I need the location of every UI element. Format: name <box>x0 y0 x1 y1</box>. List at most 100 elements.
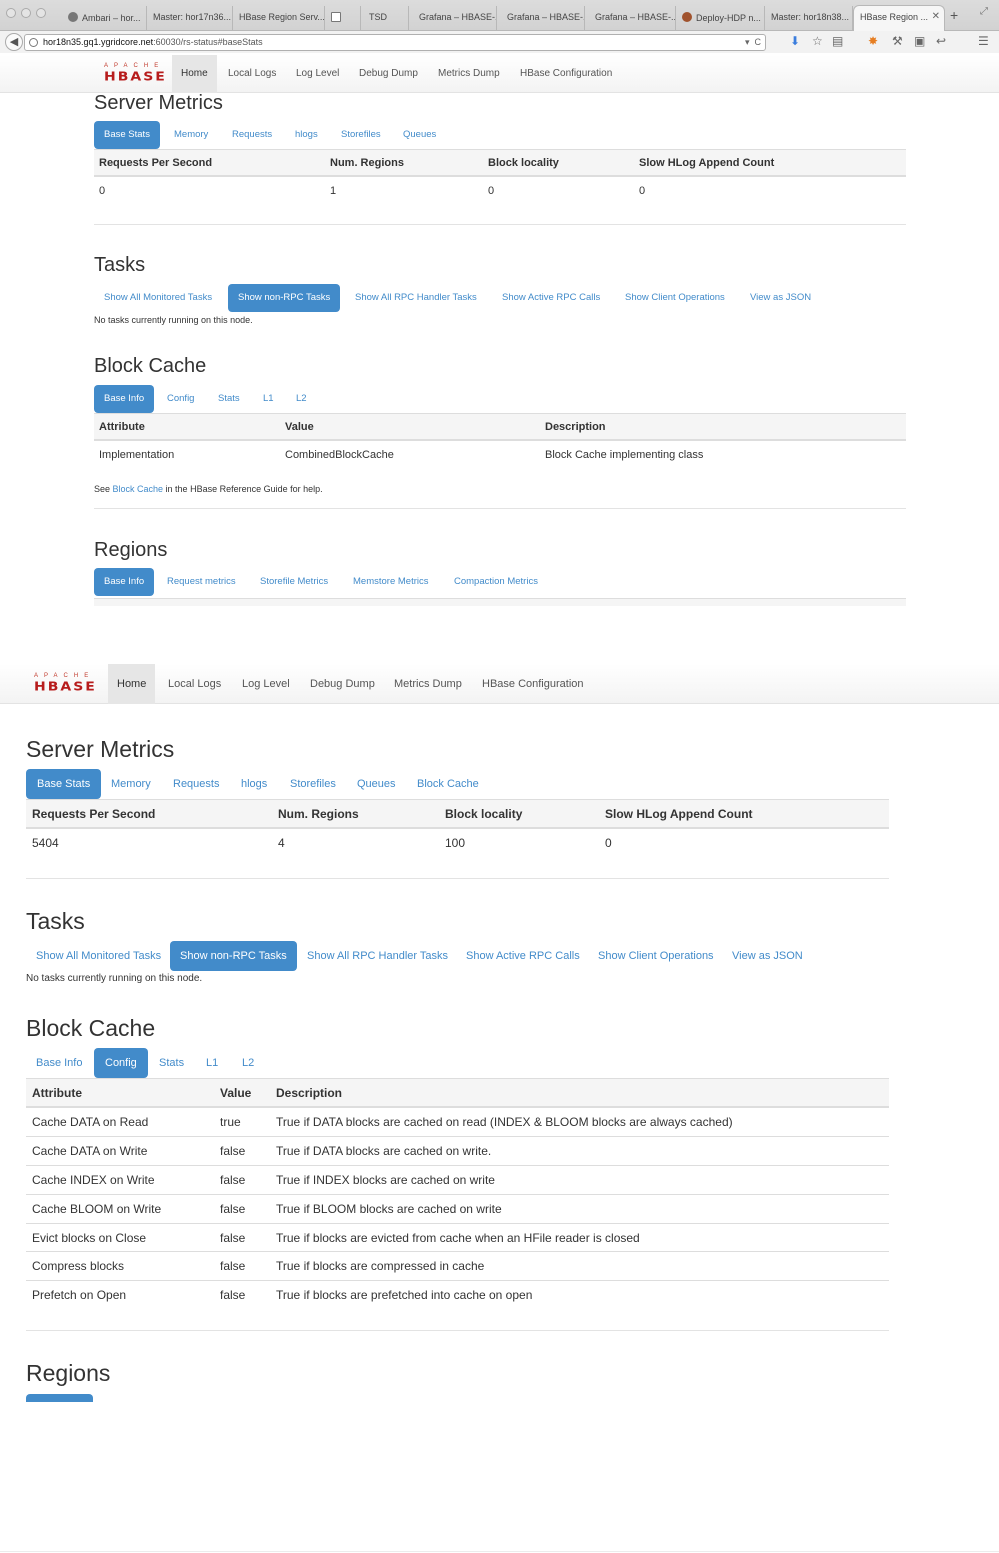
tab-show-all-rpc-handler-tasks[interactable]: Show All RPC Handler Tasks <box>297 941 458 971</box>
regions-active-tab-cropped[interactable] <box>26 1394 93 1402</box>
bookmarks-icon[interactable]: ▤ <box>832 34 843 48</box>
close-window-icon[interactable] <box>6 8 16 18</box>
hbase-logo[interactable]: APACHE HBASE <box>104 63 166 85</box>
hbase-logo[interactable]: APACHE HBASE <box>34 673 96 695</box>
tab-l1[interactable]: L1 <box>196 1048 228 1078</box>
tab-compaction-metrics[interactable]: Compaction Metrics <box>444 568 548 596</box>
tab-queues[interactable]: Queues <box>347 769 406 799</box>
tab-storefiles[interactable]: Storefiles <box>280 769 346 799</box>
tab-base-info[interactable]: Base Info <box>26 1048 92 1078</box>
tab-memory[interactable]: Memory <box>164 121 218 149</box>
config-description: True if DATA blocks are cached on write. <box>276 1144 492 1158</box>
browser-tab[interactable] <box>325 6 361 31</box>
column-header: Description <box>545 421 606 433</box>
section-title-tasks: Tasks <box>94 254 146 276</box>
tab-show-active-rpc-calls[interactable]: Show Active RPC Calls <box>456 941 590 971</box>
tab-base-info[interactable]: Base Info <box>94 568 155 596</box>
tab-l2[interactable]: L2 <box>232 1048 264 1078</box>
implementation-link[interactable]: CombinedBlockCache <box>285 449 394 461</box>
extension-icon[interactable]: ✸ <box>868 34 878 48</box>
browser-tab[interactable]: Grafana – HBASE-... <box>585 6 676 31</box>
browser-tab[interactable]: Ambari – hor... <box>62 6 147 31</box>
nav-log-level[interactable]: Log Level <box>233 664 299 704</box>
browser-tab[interactable]: Master: hor17n36... <box>147 6 233 31</box>
back-arrow-icon[interactable]: ◀ <box>5 33 23 51</box>
nav-hbase-configuration[interactable]: HBase Configuration <box>473 664 593 704</box>
tab-requests[interactable]: Requests <box>222 121 282 149</box>
row-divider <box>26 1165 889 1166</box>
tab-l2[interactable]: L2 <box>286 385 317 413</box>
browser-tab[interactable]: Grafana – HBASE-... <box>409 6 497 31</box>
addon-icon[interactable]: ▣ <box>914 34 925 48</box>
tab-request-metrics[interactable]: Request metrics <box>157 568 246 596</box>
nav-debug-dump[interactable]: Debug Dump <box>350 55 427 93</box>
tab-show-all-monitored-tasks[interactable]: Show All Monitored Tasks <box>94 284 222 312</box>
reload-icon[interactable]: ▾ C <box>745 35 761 50</box>
sync-icon[interactable]: ↩ <box>936 34 946 48</box>
tab-view-as-json[interactable]: View as JSON <box>740 284 821 312</box>
tab-show-client-operations[interactable]: Show Client Operations <box>615 284 735 312</box>
tab-config[interactable]: Config <box>157 385 204 413</box>
tab-view-as-json[interactable]: View as JSON <box>722 941 813 971</box>
tab-block-cache[interactable]: Block Cache <box>407 769 489 799</box>
tab-label: Ambari – hor... <box>82 13 141 23</box>
nav-local-logs[interactable]: Local Logs <box>219 55 285 93</box>
tab-l1[interactable]: L1 <box>253 385 284 413</box>
browser-tab[interactable]: Master: hor18n38... <box>765 6 853 31</box>
tab-config[interactable]: Config <box>94 1048 148 1078</box>
menu-icon[interactable]: ☰ <box>978 34 989 48</box>
fullscreen-icon[interactable]: ⤢ <box>980 6 988 17</box>
nav-hbase-configuration[interactable]: HBase Configuration <box>511 55 621 93</box>
browser-tab[interactable]: TSD <box>361 6 409 31</box>
tab-memstore-metrics[interactable]: Memstore Metrics <box>343 568 438 596</box>
nav-metrics-dump[interactable]: Metrics Dump <box>385 664 471 704</box>
nav-home[interactable]: Home <box>172 55 217 93</box>
tab-base-info[interactable]: Base Info <box>94 385 155 413</box>
tab-hlogs[interactable]: hlogs <box>231 769 277 799</box>
zoom-window-icon[interactable] <box>36 8 46 18</box>
tab-label: Grafana – HBASE-... <box>507 12 585 22</box>
tab-show-client-operations[interactable]: Show Client Operations <box>588 941 724 971</box>
block-cache-guide-link[interactable]: Block Cache <box>113 484 164 494</box>
new-tab-icon[interactable]: + <box>950 7 958 23</box>
nav-log-level[interactable]: Log Level <box>287 55 348 93</box>
config-value: false <box>220 1231 246 1245</box>
column-header: Block locality <box>445 807 523 821</box>
nav-local-logs[interactable]: Local Logs <box>159 664 230 704</box>
nav-debug-dump[interactable]: Debug Dump <box>301 664 384 704</box>
download-icon[interactable]: ⬇ <box>790 34 800 48</box>
browser-tab[interactable]: Deploy-HDP n... <box>676 6 765 31</box>
tab-show-all-rpc-handler-tasks[interactable]: Show All RPC Handler Tasks <box>345 284 487 312</box>
browser-tab[interactable]: Grafana – HBASE-... <box>497 6 585 31</box>
browser-tab[interactable]: HBase Region Serv... <box>233 6 325 31</box>
tab-memory[interactable]: Memory <box>101 769 161 799</box>
tab-hlogs[interactable]: hlogs <box>285 121 328 149</box>
tab-storefiles[interactable]: Storefiles <box>331 121 391 149</box>
nav-home[interactable]: Home <box>108 664 156 704</box>
row-divider <box>26 1280 889 1281</box>
tools-icon[interactable]: ⚒ <box>892 34 903 48</box>
tab-label: Deploy-HDP n... <box>696 13 761 23</box>
tab-queues[interactable]: Queues <box>393 121 446 149</box>
address-bar[interactable]: hor18n35.gq1.ygridcore.net:60030/rs-stat… <box>24 34 766 51</box>
page-bottom-border <box>0 1551 999 1552</box>
minimize-window-icon[interactable] <box>21 8 31 18</box>
tab-stats[interactable]: Stats <box>149 1048 194 1078</box>
bookmark-star-icon[interactable]: ☆ <box>812 34 823 48</box>
nav-metrics-dump[interactable]: Metrics Dump <box>429 55 509 93</box>
tab-show-non-rpc-tasks[interactable]: Show non-RPC Tasks <box>170 941 297 971</box>
close-tab-icon[interactable]: ✕ <box>932 11 940 22</box>
tab-base-stats[interactable]: Base Stats <box>94 121 160 149</box>
tab-show-all-monitored-tasks[interactable]: Show All Monitored Tasks <box>26 941 171 971</box>
tab-show-non-rpc-tasks[interactable]: Show non-RPC Tasks <box>228 284 341 312</box>
logo-hbase-text: HBASE <box>34 679 97 695</box>
browser-tab-active[interactable]: HBase Region ... ✕ <box>853 5 945 32</box>
tab-storefile-metrics[interactable]: Storefile Metrics <box>250 568 338 596</box>
url-host: hor18n35.gq1.ygridcore.net <box>43 37 154 47</box>
tab-base-stats[interactable]: Base Stats <box>26 769 102 799</box>
window-controls[interactable] <box>6 8 46 18</box>
tab-requests[interactable]: Requests <box>163 769 229 799</box>
table-cell: Implementation <box>99 449 175 461</box>
tab-stats[interactable]: Stats <box>208 385 250 413</box>
tab-show-active-rpc-calls[interactable]: Show Active RPC Calls <box>492 284 610 312</box>
